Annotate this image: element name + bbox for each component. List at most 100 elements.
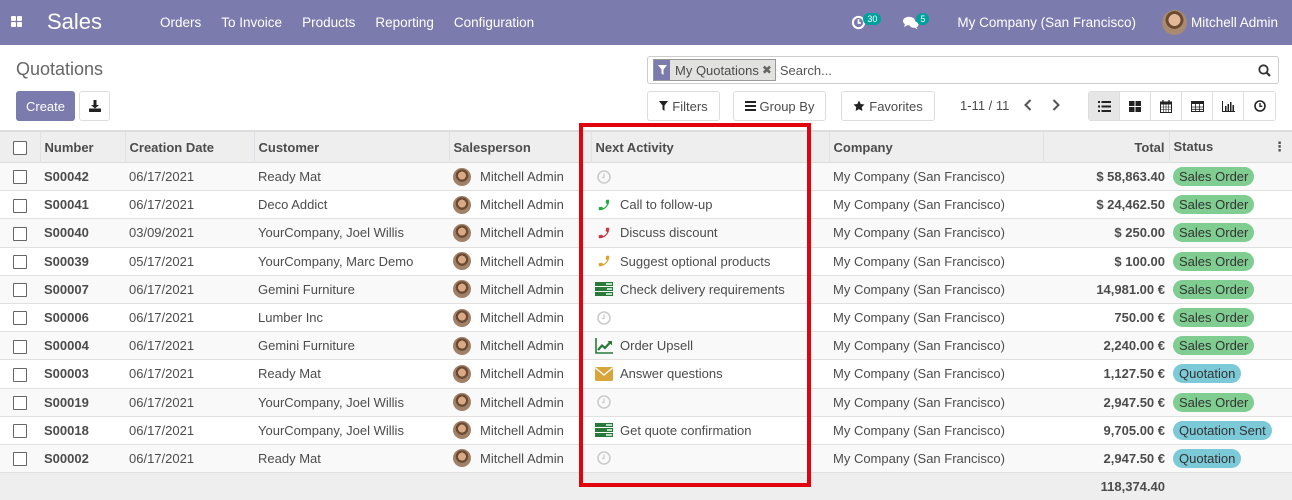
row-select-cell	[0, 388, 40, 416]
cell-next-activity[interactable]: Check delivery requirements	[591, 275, 829, 303]
pager-value[interactable]: 1-11 / 11	[960, 98, 1009, 113]
line-chart-icon[interactable]	[595, 337, 613, 354]
cell-creation-date: 06/17/2021	[129, 450, 195, 466]
menu-to-invoice[interactable]: To Invoice	[211, 15, 292, 30]
table-row[interactable]: S00042 06/17/2021 Ready Mat Mitchell Admin M…	[0, 162, 1292, 191]
row-checkbox[interactable]	[13, 311, 27, 326]
cell-total: 2,947.50 €	[1103, 394, 1165, 410]
row-checkbox[interactable]	[13, 226, 27, 241]
table-row[interactable]: S00003 06/17/2021 Ready Mat Mitchell Admin A…	[0, 359, 1292, 388]
cell-next-activity[interactable]: Get quote confirmation	[591, 416, 829, 444]
pager-previous-icon[interactable]	[1024, 95, 1032, 116]
table-row[interactable]: S00004 06/17/2021 Gemini Furniture Mitchell…	[0, 331, 1292, 360]
favorites-button[interactable]: Favorites	[841, 91, 935, 121]
column-salesperson[interactable]: Salesperson	[449, 131, 592, 163]
table-row[interactable]: S00039 05/17/2021 YourCompany, Marc Demo Mi…	[0, 247, 1292, 276]
clock-icon	[1253, 100, 1266, 112]
cell-customer: Ready Mat	[258, 169, 321, 185]
table-icon	[1190, 100, 1204, 112]
search-input[interactable]	[779, 62, 1254, 78]
menu-orders[interactable]: Orders	[150, 15, 211, 30]
facet-remove-icon[interactable]: ✖	[762, 63, 775, 77]
menu-reporting[interactable]: Reporting	[365, 15, 444, 30]
pivot-view-button[interactable]	[1182, 92, 1213, 120]
cell-next-activity[interactable]: Answer questions	[591, 360, 829, 388]
user-menu[interactable]: Mitchell Admin	[1161, 10, 1278, 35]
apps-menu-icon[interactable]	[11, 16, 22, 27]
menu-products[interactable]: Products	[292, 15, 365, 30]
cell-next-activity[interactable]	[591, 444, 829, 472]
list-view-button[interactable]	[1089, 92, 1120, 120]
calendar-view-button[interactable]	[1151, 92, 1182, 120]
clock-icon[interactable]	[595, 169, 613, 185]
kanban-view-button[interactable]	[1120, 92, 1151, 120]
table-row[interactable]: S00006 06/17/2021 Lumber Inc Mitchell Admin…	[0, 303, 1292, 332]
phone-icon[interactable]	[595, 197, 613, 213]
row-checkbox[interactable]	[13, 198, 27, 213]
list-icon	[1097, 100, 1111, 112]
table-row[interactable]: S00019 06/17/2021 YourCompany, Joel Willis…	[0, 388, 1292, 417]
table-row[interactable]: S00002 06/17/2021 Ready Mat Mitchell Admin M…	[0, 444, 1292, 473]
clock-icon[interactable]	[595, 450, 613, 466]
row-select-cell	[0, 360, 40, 388]
search-facet-my-quotations: My Quotations ✖	[653, 59, 776, 81]
cell-creation-date: 06/17/2021	[129, 197, 195, 213]
menu-configuration[interactable]: Configuration	[444, 15, 544, 30]
search-bar: My Quotations ✖	[647, 56, 1279, 84]
column-status[interactable]: Status ⋮	[1169, 132, 1292, 163]
message-count-badge: 5	[916, 12, 930, 25]
row-checkbox[interactable]	[13, 452, 27, 467]
table-row[interactable]: S00007 06/17/2021 Gemini Furniture Mitchell…	[0, 275, 1292, 304]
row-checkbox[interactable]	[13, 283, 27, 298]
column-customer[interactable]: Customer	[254, 131, 450, 163]
row-checkbox[interactable]	[13, 424, 27, 439]
cell-next-activity[interactable]: Call to follow-up	[591, 191, 829, 219]
optional-columns-icon[interactable]: ⋮	[1273, 139, 1286, 155]
column-total[interactable]: Total	[1043, 131, 1170, 163]
activity-view-button[interactable]	[1244, 92, 1275, 120]
cell-next-activity[interactable]: Discuss discount	[591, 219, 829, 247]
row-checkbox[interactable]	[13, 339, 27, 354]
group-by-button[interactable]: Group By	[733, 91, 826, 121]
filters-button[interactable]: Filters	[647, 91, 720, 121]
row-checkbox[interactable]	[13, 367, 27, 382]
clock-icon[interactable]	[595, 310, 613, 326]
pager-next-icon[interactable]	[1052, 95, 1060, 116]
cell-next-activity[interactable]	[591, 303, 829, 331]
salesperson-avatar	[453, 280, 471, 299]
search-icon[interactable]	[1254, 63, 1274, 77]
graph-view-button[interactable]	[1213, 92, 1244, 120]
activity-summary: Discuss discount	[620, 225, 718, 241]
row-checkbox[interactable]	[13, 254, 27, 269]
cell-next-activity[interactable]: Suggest optional products	[591, 247, 829, 275]
column-company[interactable]: Company	[829, 131, 1044, 163]
row-checkbox[interactable]	[13, 170, 27, 185]
cell-number: S00042	[44, 169, 89, 185]
tasks-icon[interactable]	[595, 281, 613, 297]
activity-summary: Get quote confirmation	[620, 422, 752, 438]
tasks-icon[interactable]	[595, 422, 613, 438]
select-all-checkbox[interactable]	[12, 140, 27, 155]
table-row[interactable]: S00041 06/17/2021 Deco Addict Mitchell Admi…	[0, 190, 1292, 219]
column-number[interactable]: Number	[40, 131, 126, 163]
export-button[interactable]	[79, 91, 110, 121]
phone-icon[interactable]	[595, 253, 613, 269]
table-row[interactable]: S00018 06/17/2021 YourCompany, Joel Willis…	[0, 416, 1292, 445]
column-creation-date[interactable]: Creation Date	[125, 131, 255, 163]
cell-customer: YourCompany, Joel Willis	[258, 225, 404, 241]
table-row[interactable]: S00040 03/09/2021 YourCompany, Joel Willis…	[0, 218, 1292, 248]
activities-button[interactable]: 30	[851, 12, 882, 30]
cell-next-activity[interactable]: Order Upsell	[591, 332, 829, 360]
cell-next-activity[interactable]	[591, 388, 829, 416]
envelope-icon[interactable]	[595, 366, 613, 382]
salesperson-name: Mitchell Admin	[480, 225, 564, 241]
row-checkbox[interactable]	[13, 395, 27, 410]
clock-icon[interactable]	[595, 394, 613, 410]
phone-icon[interactable]	[595, 225, 613, 241]
column-next-activity[interactable]: Next Activity	[591, 131, 830, 163]
create-button[interactable]: Create	[16, 91, 75, 121]
messages-button[interactable]: 5	[903, 12, 930, 30]
app-name[interactable]: Sales	[47, 9, 102, 35]
cell-next-activity[interactable]	[591, 163, 829, 191]
company-switcher[interactable]: My Company (San Francisco)	[957, 15, 1136, 30]
